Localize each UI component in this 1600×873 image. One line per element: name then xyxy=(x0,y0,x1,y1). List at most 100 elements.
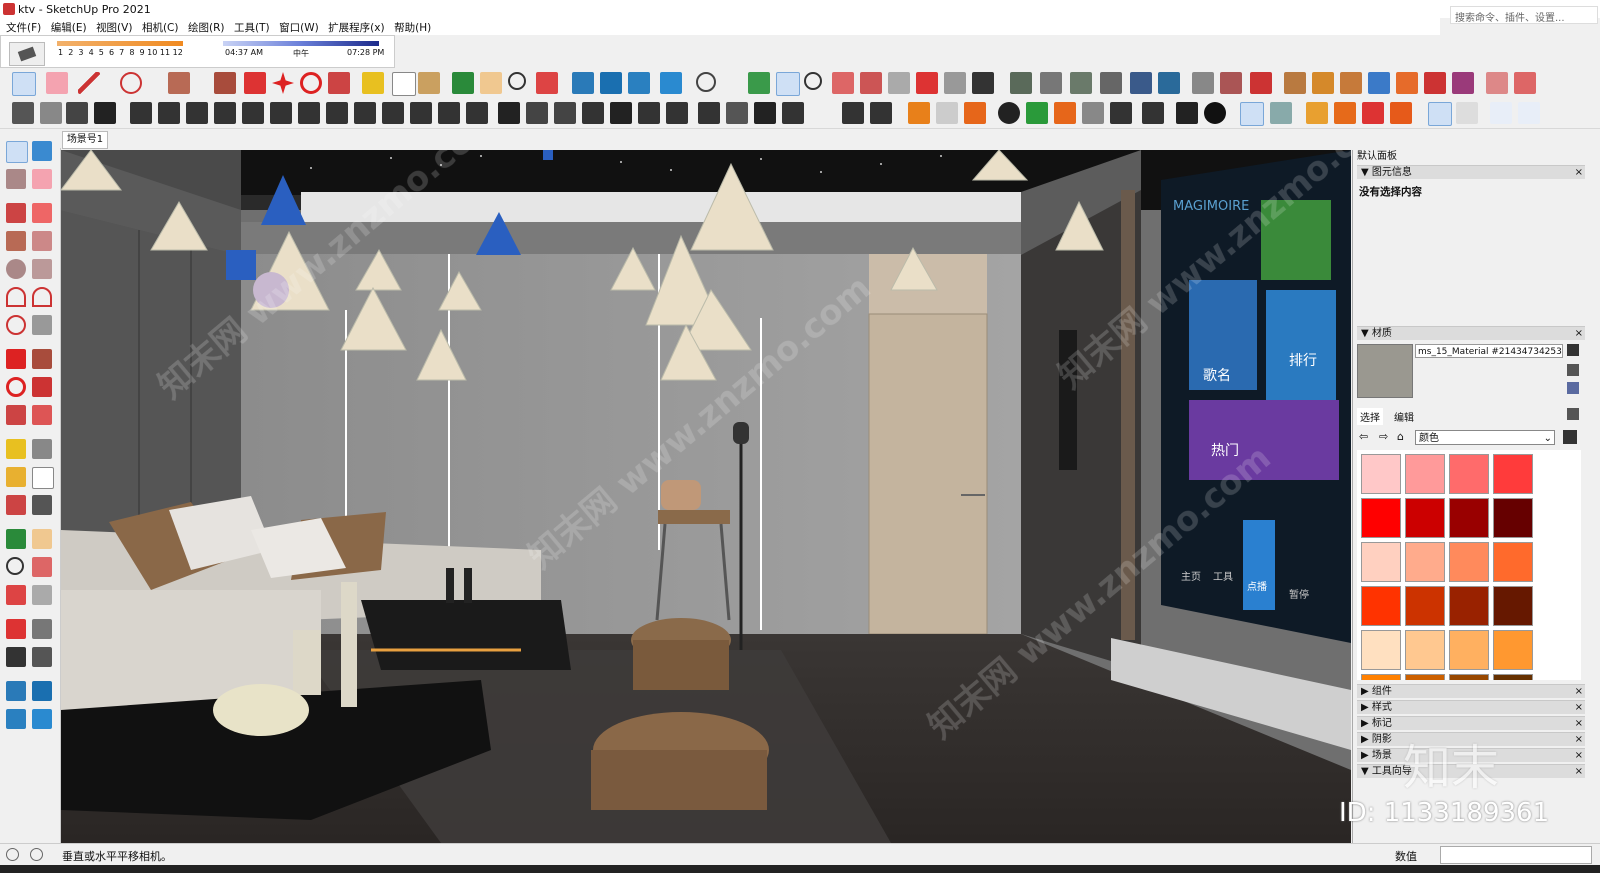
material-name-field[interactable]: ms_15_Material #214347342532 xyxy=(1415,344,1563,358)
move-tool-icon[interactable] xyxy=(272,72,294,94)
add-icon[interactable] xyxy=(998,102,1020,124)
plugin-3-icon[interactable] xyxy=(186,102,208,124)
paint-icon[interactable] xyxy=(6,169,26,189)
chain-icon[interactable] xyxy=(526,102,548,124)
color-swatch[interactable] xyxy=(1449,542,1489,582)
time-slider[interactable] xyxy=(223,41,379,46)
plugin-1-icon[interactable] xyxy=(130,102,152,124)
zoomext-left-icon[interactable] xyxy=(6,585,26,605)
model-viewport[interactable]: MAGIMOIRE 歌名 排行 热门 主页 工具 点播 暂停 知末网 知末网 w… xyxy=(61,150,1351,843)
select-icon[interactable] xyxy=(6,141,28,163)
orbit-left-icon[interactable] xyxy=(6,529,26,549)
arc-left-icon[interactable] xyxy=(6,287,26,307)
push-pull-icon[interactable] xyxy=(214,72,236,94)
credits-icon[interactable] xyxy=(30,848,43,861)
xray-icon[interactable] xyxy=(1284,72,1306,94)
vray-3-icon[interactable] xyxy=(1362,102,1384,124)
tab-select[interactable]: 选择 xyxy=(1357,408,1383,425)
color-swatch[interactable] xyxy=(1449,630,1489,670)
pushpull-left-icon[interactable] xyxy=(32,349,52,369)
zoom-window-icon[interactable] xyxy=(832,72,854,94)
cloud-2-icon[interactable] xyxy=(1456,102,1478,124)
previous-view-icon[interactable] xyxy=(888,72,910,94)
zoom-extents-icon[interactable] xyxy=(536,72,558,94)
3dtext-icon[interactable] xyxy=(32,495,52,515)
left-view-icon[interactable] xyxy=(1158,72,1180,94)
dots-icon[interactable] xyxy=(726,102,748,124)
rectangle-tool-icon[interactable] xyxy=(168,72,190,94)
color-swatch[interactable] xyxy=(1405,674,1445,680)
color-swatch[interactable] xyxy=(1449,498,1489,538)
dimension-left-icon[interactable] xyxy=(32,439,52,459)
rotate-left-icon[interactable] xyxy=(6,377,26,397)
stairs-icon[interactable] xyxy=(12,102,34,124)
list-icon[interactable] xyxy=(964,102,986,124)
look-around-icon[interactable] xyxy=(944,72,966,94)
component-icon[interactable] xyxy=(842,102,864,124)
measurements-input[interactable] xyxy=(1440,846,1592,864)
color-swatch[interactable] xyxy=(1361,674,1401,680)
arc2-icon[interactable] xyxy=(32,287,52,307)
cloud-1-icon[interactable] xyxy=(1428,102,1452,126)
plugin-4-icon[interactable] xyxy=(214,102,236,124)
wireframe-icon[interactable] xyxy=(1340,72,1362,94)
arc3-icon[interactable] xyxy=(6,315,26,335)
scale-tool-icon[interactable] xyxy=(328,72,350,94)
settings-icon[interactable] xyxy=(1270,102,1292,124)
solid-tools-icon[interactable] xyxy=(908,102,930,124)
zoom-extents-2-icon[interactable] xyxy=(860,72,882,94)
material-default-icon[interactable] xyxy=(1567,364,1579,376)
color-swatch[interactable] xyxy=(1449,586,1489,626)
menu-help[interactable]: 帮助(H) xyxy=(394,18,431,35)
eraser-left-icon[interactable] xyxy=(32,169,52,189)
account-icon[interactable] xyxy=(696,72,716,92)
menu-file[interactable]: 文件(F) xyxy=(6,18,41,35)
scene-tab-1[interactable]: 场景号1 xyxy=(62,131,108,149)
color-swatch[interactable] xyxy=(1361,498,1401,538)
menu-view[interactable]: 视图(V) xyxy=(96,18,132,35)
plugin-9-icon[interactable] xyxy=(354,102,376,124)
right-view-icon[interactable] xyxy=(1100,72,1122,94)
extwarehouse-left-icon[interactable] xyxy=(32,681,52,701)
top-view-icon[interactable] xyxy=(1040,72,1062,94)
paint-bucket-icon[interactable] xyxy=(418,72,440,94)
freehand-icon[interactable] xyxy=(32,203,52,223)
columns-icon[interactable] xyxy=(666,102,688,124)
rotate-tool-icon[interactable] xyxy=(300,72,322,94)
material-create-icon[interactable] xyxy=(1567,344,1579,356)
cloud-upload-icon[interactable] xyxy=(1110,102,1132,124)
layout-icon[interactable] xyxy=(628,72,650,94)
tape-measure-icon[interactable] xyxy=(362,72,384,94)
warehouse-icon[interactable] xyxy=(572,72,594,94)
menu-window[interactable]: 窗口(W) xyxy=(279,18,319,35)
spiral-icon[interactable] xyxy=(582,102,604,124)
extmanager-left-icon[interactable] xyxy=(32,709,52,729)
geo-location-icon[interactable] xyxy=(6,848,19,861)
tree-icon[interactable] xyxy=(1026,102,1048,124)
iso-view-icon[interactable] xyxy=(1010,72,1032,94)
flag-icon[interactable] xyxy=(610,102,632,124)
line-tool-icon[interactable] xyxy=(78,72,100,94)
style-1-icon[interactable] xyxy=(1486,72,1508,94)
poscam-left-icon[interactable] xyxy=(6,619,26,639)
backedges-icon[interactable] xyxy=(1312,72,1334,94)
position-camera-icon[interactable] xyxy=(916,72,938,94)
plugin-5-icon[interactable] xyxy=(242,102,264,124)
walk-icon[interactable] xyxy=(972,72,994,94)
color-swatch[interactable] xyxy=(1405,454,1445,494)
wave-icon[interactable] xyxy=(554,102,576,124)
arc-tool-icon[interactable] xyxy=(120,72,142,94)
eraser-icon[interactable] xyxy=(9,42,45,66)
grid-icon[interactable] xyxy=(40,102,62,124)
scale-left-icon[interactable] xyxy=(6,405,26,425)
color-swatch[interactable] xyxy=(1405,630,1445,670)
color-swatch[interactable] xyxy=(1449,454,1489,494)
plugin-8-icon[interactable] xyxy=(326,102,348,124)
plugin-11-icon[interactable] xyxy=(410,102,432,124)
info-icon[interactable] xyxy=(1204,102,1226,124)
door-icon[interactable] xyxy=(754,102,776,124)
zoom-2-icon[interactable] xyxy=(804,72,822,90)
menu-tools[interactable]: 工具(T) xyxy=(234,18,270,35)
rotated-rect-icon[interactable] xyxy=(32,231,52,251)
entity-info-header[interactable]: ▼ 图元信息 × xyxy=(1357,165,1585,179)
